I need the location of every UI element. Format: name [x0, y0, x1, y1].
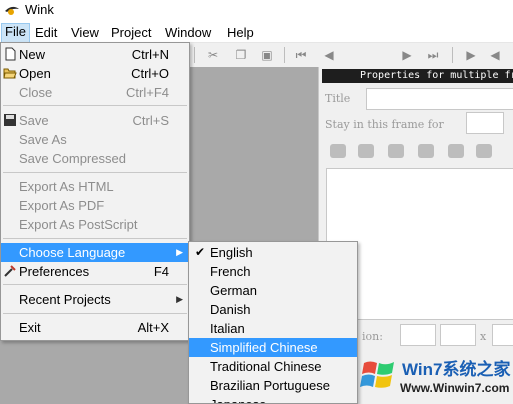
menu-item-preferences[interactable]: Preferences F4 [1, 262, 189, 281]
menu-item-export-html[interactable]: Export As HTML [1, 177, 189, 196]
file-menu: New Ctrl+N Open Ctrl+O Close Ctrl+F4 Sav… [0, 42, 190, 341]
play-icon[interactable]: ▶ [464, 48, 478, 62]
submenu-arrow-icon: ▶ [176, 294, 183, 304]
menu-item-save[interactable]: Save Ctrl+S [1, 111, 189, 130]
title-label: Title [325, 92, 351, 105]
preferences-tools-icon [4, 265, 16, 277]
stay-duration-input[interactable] [466, 112, 504, 134]
menu-item-exit[interactable]: Exit Alt+X [1, 318, 189, 337]
title-bar [0, 0, 513, 22]
paste-icon[interactable]: ▣ [260, 48, 274, 62]
size-input[interactable] [492, 324, 513, 346]
comment-icon[interactable] [358, 144, 374, 158]
language-item-japanese[interactable]: Japanese [189, 395, 357, 403]
menu-separator [3, 172, 187, 173]
windows-logo-icon [360, 361, 394, 388]
save-disk-icon [4, 114, 16, 126]
button-icon[interactable] [448, 144, 464, 158]
arrow-callout-icon[interactable] [388, 144, 404, 158]
watermark-url: Www.Winwin7.com [400, 381, 510, 395]
menu-separator [3, 238, 187, 239]
menu-item-choose-language[interactable]: Choose Language ▶ [1, 243, 189, 262]
menu-item-close[interactable]: Close Ctrl+F4 [1, 83, 189, 102]
language-item-french[interactable]: French [189, 262, 357, 281]
language-submenu: ✔ English French German Danish Italian S… [188, 241, 358, 404]
menu-item-save-compressed[interactable]: Save Compressed [1, 149, 189, 168]
position-x-input[interactable] [400, 324, 436, 346]
rewind-icon[interactable]: ◀ [488, 48, 502, 62]
properties-header: Properties for multiple fr [322, 69, 513, 83]
menu-item-new[interactable]: New Ctrl+N [1, 45, 189, 64]
menu-item-export-pdf[interactable]: Export As PDF [1, 196, 189, 215]
size-x-label: x [480, 330, 487, 343]
menu-file[interactable]: File [1, 23, 30, 43]
menu-window[interactable]: Window [162, 24, 214, 42]
wink-app-icon [5, 6, 19, 15]
check-callout-icon[interactable] [476, 144, 492, 158]
window-title: Wink [25, 2, 54, 17]
language-item-simplified-chinese[interactable]: Simplified Chinese [189, 338, 357, 357]
menu-view[interactable]: View [68, 24, 102, 42]
menu-item-export-postscript[interactable]: Export As PostScript [1, 215, 189, 234]
language-item-brazilian-portuguese[interactable]: Brazilian Portuguese [189, 376, 357, 395]
watermark: Win7系统之家 Www.Winwin7.com [360, 355, 513, 404]
menu-item-recent-projects[interactable]: Recent Projects ▶ [1, 290, 189, 309]
toolbar: ✂ ❐ ▣ ⏮ ◀ ▶ ⏭ ▶ ◀ [190, 43, 513, 67]
last-frame-icon[interactable]: ⏭ [426, 48, 440, 62]
title-input[interactable] [366, 88, 513, 110]
menu-project[interactable]: Project [108, 24, 154, 42]
copy-icon[interactable]: ❐ [234, 48, 248, 62]
next-frame-icon[interactable]: ▶ [400, 48, 414, 62]
menu-separator [3, 313, 187, 314]
text-callout-icon[interactable] [418, 144, 434, 158]
language-item-traditional-chinese[interactable]: Traditional Chinese [189, 357, 357, 376]
menu-bar: File Edit View Project Window Help [0, 22, 513, 43]
watermark-title: Win7系统之家 [402, 360, 511, 379]
new-document-icon [5, 47, 16, 61]
submenu-arrow-icon: ▶ [176, 247, 183, 257]
language-item-danish[interactable]: Danish [189, 300, 357, 319]
position-label: ion: [362, 330, 383, 343]
menu-item-open[interactable]: Open Ctrl+O [1, 64, 189, 83]
stay-duration-label: Stay in this frame for [325, 118, 444, 131]
audio-icon[interactable] [330, 144, 346, 158]
language-item-italian[interactable]: Italian [189, 319, 357, 338]
language-item-english[interactable]: ✔ English [189, 243, 357, 262]
open-folder-icon [3, 68, 17, 79]
previous-frame-icon[interactable]: ◀ [322, 48, 336, 62]
position-y-input[interactable] [440, 324, 476, 346]
menu-separator [3, 105, 187, 106]
first-frame-icon[interactable]: ⏮ [294, 48, 308, 62]
property-icon-row [326, 142, 513, 162]
menu-edit[interactable]: Edit [32, 24, 60, 42]
menu-separator [3, 284, 187, 285]
menu-item-save-as[interactable]: Save As [1, 130, 189, 149]
menu-help[interactable]: Help [224, 24, 257, 42]
checkmark-icon: ✔ [195, 245, 206, 259]
cut-icon[interactable]: ✂ [206, 48, 220, 62]
language-item-german[interactable]: German [189, 281, 357, 300]
